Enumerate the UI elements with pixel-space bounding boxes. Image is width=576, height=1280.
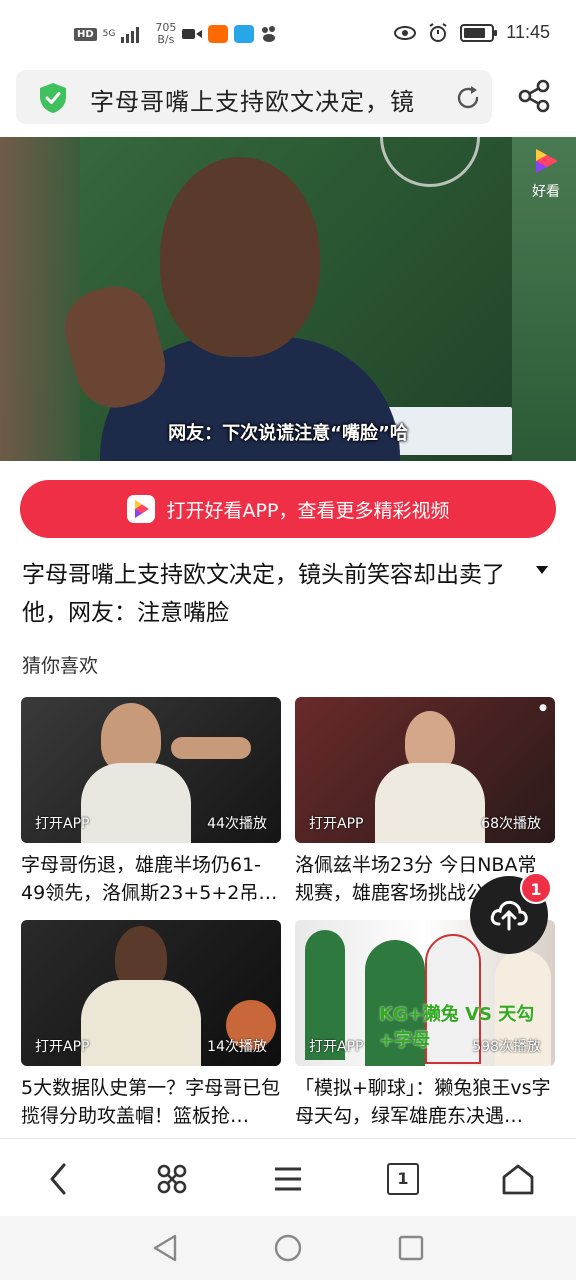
cloud-upload-icon bbox=[490, 900, 528, 931]
haokan-badge[interactable]: 好看 bbox=[524, 147, 568, 201]
recommend-card[interactable]: 打开APP 44次播放 字母哥伤退，雄鹿半场仍61-49领先，洛佩斯23+5+2… bbox=[21, 697, 281, 907]
card-thumbnail[interactable]: 打开APP 14次播放 bbox=[21, 920, 281, 1066]
nav-back-icon[interactable] bbox=[152, 1234, 178, 1262]
hamburger-icon bbox=[275, 1167, 301, 1191]
haokan-app-icon bbox=[126, 495, 155, 523]
menu-grid-icon bbox=[157, 1164, 187, 1194]
home-icon bbox=[502, 1164, 534, 1195]
card-open-app[interactable]: 打开APP bbox=[309, 1036, 363, 1056]
address-text[interactable]: 字母哥嘴上支持欧文决定，镜 bbox=[90, 82, 440, 117]
status-bar: HD 5G 705 B/s 11:45 bbox=[0, 0, 576, 70]
card-title[interactable]: 字母哥伤退，雄鹿半场仍61-49领先，洛佩斯23+5+2吊… bbox=[21, 851, 281, 907]
expand-caret-icon[interactable] bbox=[536, 566, 548, 576]
signal-label: 5G bbox=[102, 28, 116, 39]
player-head bbox=[160, 157, 320, 357]
card-play-count: 598次播放 bbox=[472, 1039, 541, 1055]
back-icon bbox=[50, 1163, 66, 1195]
haokan-logo-icon bbox=[536, 149, 558, 173]
nav-home-icon[interactable] bbox=[274, 1234, 302, 1262]
alarm-icon bbox=[429, 22, 447, 42]
nav-recents-icon[interactable] bbox=[398, 1234, 424, 1262]
menu-button[interactable] bbox=[268, 1159, 308, 1199]
menu-grid-button[interactable] bbox=[152, 1159, 192, 1199]
baidu-icon bbox=[262, 26, 276, 42]
haokan-label: 好看 bbox=[532, 184, 560, 200]
tabs-icon: 1 bbox=[387, 1163, 419, 1195]
fab-badge: 1 bbox=[520, 872, 552, 904]
net-speed: 705 B/s bbox=[155, 22, 176, 46]
video-left-blur bbox=[0, 137, 80, 461]
card-title[interactable]: 「模拟+聊球」：獭兔狼王vs字母天勾，绿军雄鹿东决遇… bbox=[295, 1074, 555, 1130]
clock: 11:45 bbox=[506, 22, 550, 42]
back-button[interactable] bbox=[38, 1159, 78, 1199]
eye-icon bbox=[394, 25, 417, 40]
team-logo bbox=[380, 137, 480, 187]
card-open-app[interactable]: 打开APP bbox=[35, 813, 89, 833]
recommend-heading: 猜你喜欢 bbox=[22, 655, 99, 677]
video-subtitle: 网友：下次说谎注意“嘴脸”哈 bbox=[168, 423, 408, 444]
net-speed-unit: B/s bbox=[157, 33, 175, 46]
search-app-icon bbox=[234, 25, 255, 43]
card-open-app[interactable]: 打开APP bbox=[309, 813, 363, 833]
taobao-icon bbox=[208, 25, 229, 43]
share-icon[interactable] bbox=[516, 78, 552, 114]
status-right: 11:45 bbox=[394, 22, 550, 43]
browser-toolbar: 1 bbox=[0, 1138, 576, 1216]
status-left: HD 5G 705 B/s bbox=[74, 22, 278, 46]
recommend-card[interactable]: 打开APP 14次播放 5大数据队史第一？字母哥已包揽得分助攻盖帽！篮板抢… bbox=[21, 920, 281, 1130]
tabs-button[interactable]: 1 bbox=[383, 1159, 423, 1199]
signal-icon bbox=[121, 27, 140, 43]
card-play-count: 14次播放 bbox=[207, 1039, 267, 1055]
video-icon bbox=[182, 29, 203, 39]
open-app-label: 打开好看APP，查看更多精彩视频 bbox=[166, 499, 450, 522]
hd-indicator: HD bbox=[74, 27, 97, 41]
recommend-card[interactable]: ● 打开APP 68次播放 洛佩兹半场23分 今日NBA常规赛，雄鹿客场挑战公牛 bbox=[295, 697, 555, 907]
article-title: 字母哥嘴上支持欧文决定，镜头前笑容却出卖了他，网友：注意嘴脸 bbox=[22, 562, 505, 626]
address-bar[interactable]: 字母哥嘴上支持欧文决定，镜 bbox=[16, 70, 492, 124]
card-thumbnail[interactable]: 打开APP 44次播放 bbox=[21, 697, 281, 843]
card-open-app[interactable]: 打开APP bbox=[35, 1036, 89, 1056]
battery-icon bbox=[460, 23, 498, 42]
card-title[interactable]: 5大数据队史第一？字母哥已包揽得分助攻盖帽！篮板抢… bbox=[21, 1074, 281, 1130]
card-play-count: 44次播放 bbox=[207, 816, 267, 832]
card-thumbnail[interactable]: ● 打开APP 68次播放 bbox=[295, 697, 555, 843]
shield-check-icon bbox=[40, 83, 66, 113]
open-app-button[interactable]: 打开好看APP，查看更多精彩视频 bbox=[20, 480, 556, 538]
home-button[interactable] bbox=[498, 1159, 538, 1199]
card-play-count: 68次播放 bbox=[481, 816, 541, 832]
video-player[interactable]: 网友：下次说谎注意“嘴脸”哈 好看 bbox=[0, 137, 576, 461]
watermark-logo: ● bbox=[539, 703, 547, 713]
refresh-icon[interactable] bbox=[454, 84, 482, 112]
system-nav-bar bbox=[0, 1216, 576, 1280]
